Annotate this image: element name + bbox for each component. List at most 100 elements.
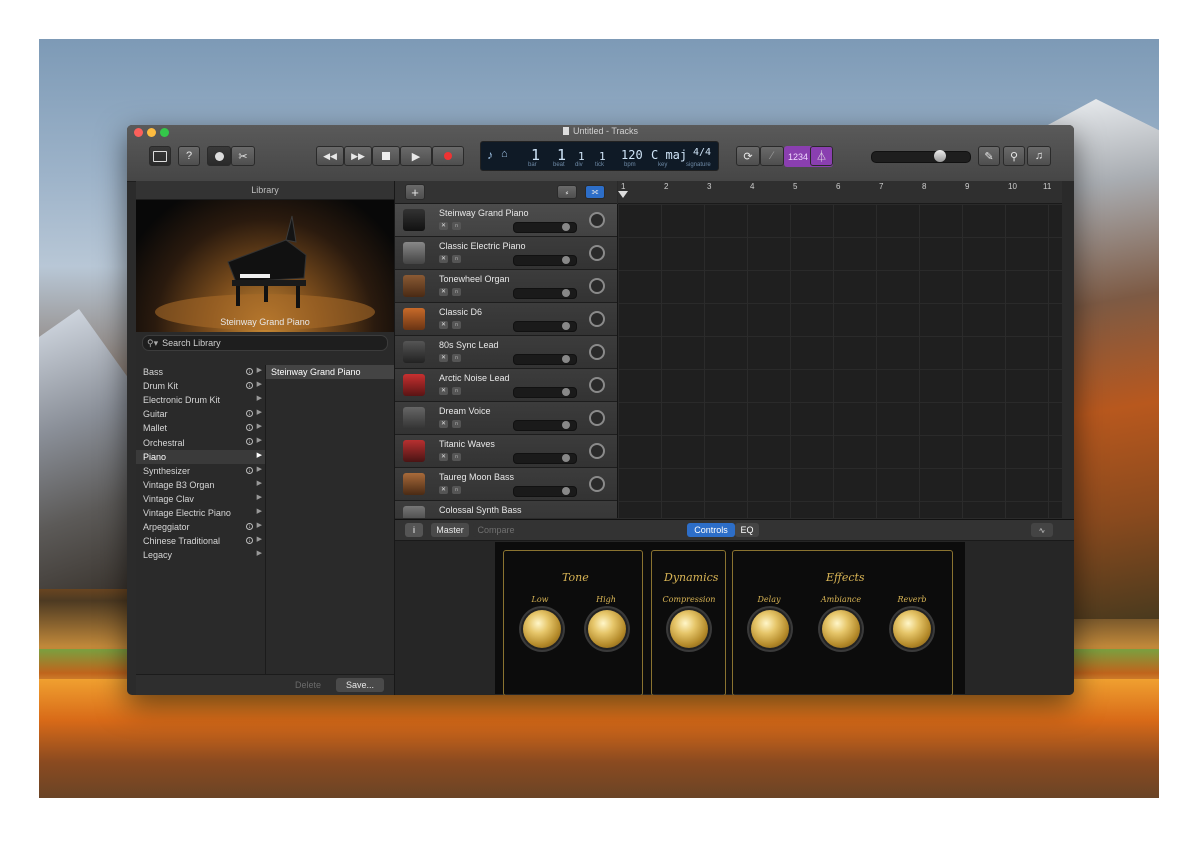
category-item[interactable]: Arpeggiator ↓ ▶ [136, 520, 265, 534]
record-button[interactable] [432, 146, 464, 166]
mute-button[interactable]: ✕ [439, 420, 448, 428]
inspector-button[interactable]: i [405, 523, 423, 537]
track-row[interactable]: Tonewheel Organ ✕ ∩ [395, 270, 617, 303]
tab-eq[interactable]: EQ [735, 523, 759, 537]
headphones-icon[interactable]: ∩ [452, 486, 461, 494]
download-icon[interactable]: ↓ [246, 466, 253, 474]
track-volume-knob[interactable] [562, 454, 570, 462]
category-item[interactable]: Mallet ↓ ▶ [136, 421, 265, 435]
category-item[interactable]: Vintage Electric Piano ▶ [136, 506, 265, 520]
cycle-button[interactable]: ⟳ [736, 146, 760, 166]
download-icon[interactable]: ↓ [246, 410, 253, 418]
low-knob[interactable] [523, 610, 561, 648]
ambiance-knob[interactable] [822, 610, 860, 648]
search-library-field[interactable]: ⚲▾ Search Library [142, 335, 388, 351]
compression-knob[interactable] [670, 610, 708, 648]
pan-knob[interactable] [589, 311, 605, 327]
track-volume-knob[interactable] [562, 256, 570, 264]
track-volume-slider[interactable] [513, 288, 577, 299]
track-volume-knob[interactable] [562, 223, 570, 231]
patch-item-selected[interactable]: Steinway Grand Piano [266, 365, 394, 379]
play-button[interactable]: ▶ [400, 146, 432, 166]
loop-browser-button[interactable]: ⚲ [1003, 146, 1025, 166]
headphones-icon[interactable]: ∩ [452, 321, 461, 329]
pan-knob[interactable] [589, 212, 605, 228]
rewind-button[interactable]: ◀◀ [316, 146, 344, 166]
headphones-icon[interactable]: ∩ [452, 354, 461, 362]
track-row[interactable]: Classic Electric Piano ✕ ∩ [395, 237, 617, 270]
mute-button[interactable]: ✕ [439, 387, 448, 395]
pan-knob[interactable] [589, 245, 605, 261]
smart-tempo-button[interactable]: ⟗ [585, 185, 605, 199]
delay-knob[interactable] [751, 610, 789, 648]
track-volume-slider[interactable] [513, 321, 577, 332]
category-item[interactable]: Chinese Traditional ↓ ▶ [136, 534, 265, 548]
category-item[interactable]: Vintage B3 Organ ▶ [136, 478, 265, 492]
headphones-icon[interactable]: ∩ [452, 222, 461, 230]
track-row[interactable]: Classic D6 ✕ ∩ [395, 303, 617, 336]
track-row[interactable]: 80s Sync Lead ✕ ∩ [395, 336, 617, 369]
master-button[interactable]: Master [431, 523, 469, 537]
category-item[interactable]: Legacy ▶ [136, 548, 265, 562]
headphones-icon[interactable]: ∩ [452, 288, 461, 296]
track-volume-slider[interactable] [513, 453, 577, 464]
automation-button[interactable]: ⸗ [557, 185, 577, 199]
headphones-icon[interactable]: ∩ [452, 387, 461, 395]
high-knob[interactable] [588, 610, 626, 648]
download-icon[interactable]: ↓ [246, 438, 253, 446]
track-volume-knob[interactable] [562, 421, 570, 429]
mute-button[interactable]: ✕ [439, 354, 448, 362]
download-icon[interactable]: ↓ [246, 537, 253, 545]
track-row[interactable]: Colossal Synth Bass [395, 501, 617, 518]
master-volume-knob[interactable] [934, 150, 946, 162]
download-icon[interactable]: ↓ [246, 382, 253, 390]
track-volume-knob[interactable] [562, 289, 570, 297]
timeline-ruler[interactable]: 1 2 3 4 5 6 7 8 9 10 11 [618, 181, 1062, 204]
category-item[interactable]: Electronic Drum Kit ▶ [136, 393, 265, 407]
track-volume-slider[interactable] [513, 420, 577, 431]
pan-knob[interactable] [589, 377, 605, 393]
mute-button[interactable]: ✕ [439, 453, 448, 461]
pan-knob[interactable] [589, 344, 605, 360]
master-volume-slider[interactable] [871, 150, 971, 163]
playhead-icon[interactable] [618, 191, 628, 198]
save-button[interactable]: Save... [336, 678, 384, 692]
category-item[interactable]: Orchestral ↓ ▶ [136, 435, 265, 449]
stop-button[interactable] [372, 146, 400, 166]
track-row[interactable]: Titanic Waves ✕ ∩ [395, 435, 617, 468]
headphones-icon[interactable]: ∩ [452, 420, 461, 428]
quick-help-button[interactable]: ? [178, 146, 200, 166]
category-item[interactable]: Drum Kit ↓ ▶ [136, 379, 265, 393]
download-icon[interactable]: ↓ [246, 368, 253, 375]
pan-knob[interactable] [589, 443, 605, 459]
download-icon[interactable]: ↓ [246, 523, 253, 531]
track-volume-slider[interactable] [513, 387, 577, 398]
track-volume-slider[interactable] [513, 255, 577, 266]
track-volume-knob[interactable] [562, 355, 570, 363]
category-item[interactable]: Guitar ↓ ▶ [136, 407, 265, 421]
track-row-selected[interactable]: Steinway Grand Piano ✕ ∩ [395, 204, 617, 237]
tab-controls[interactable]: Controls [687, 523, 735, 537]
fast-forward-button[interactable]: ▶▶ [344, 146, 372, 166]
category-item[interactable]: Vintage Clav ▶ [136, 492, 265, 506]
editors-button[interactable]: ✂ [231, 146, 255, 166]
category-item[interactable]: Synthesizer ↓ ▶ [136, 464, 265, 478]
download-icon[interactable]: ↓ [246, 424, 253, 432]
track-volume-slider[interactable] [513, 354, 577, 365]
pan-knob[interactable] [589, 278, 605, 294]
mute-button[interactable]: ✕ [439, 255, 448, 263]
headphones-icon[interactable]: ∩ [452, 255, 461, 263]
track-volume-knob[interactable] [562, 487, 570, 495]
media-browser-button[interactable]: ♫ [1027, 146, 1051, 166]
track-region-grid[interactable] [618, 204, 1062, 518]
pan-knob[interactable] [589, 410, 605, 426]
category-item-selected[interactable]: Piano ▶ [136, 449, 265, 464]
metronome-button[interactable]: ⏃ [810, 146, 833, 166]
track-volume-slider[interactable] [513, 486, 577, 497]
mute-button[interactable]: ✕ [439, 222, 448, 230]
reverb-knob[interactable] [893, 610, 931, 648]
delete-button[interactable]: Delete [286, 678, 330, 692]
tuner-button[interactable]: ⁄ [760, 146, 784, 166]
track-row[interactable]: Arctic Noise Lead ✕ ∩ [395, 369, 617, 402]
mute-button[interactable]: ✕ [439, 486, 448, 494]
